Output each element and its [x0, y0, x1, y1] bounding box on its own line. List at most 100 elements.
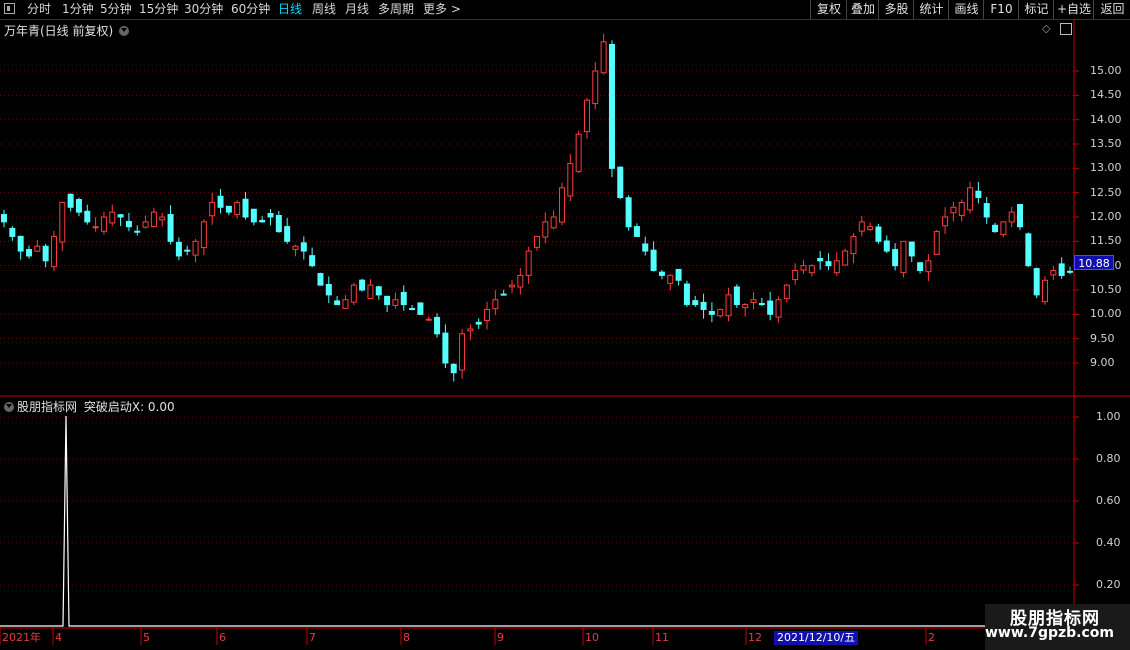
x-axis-label: 11: [655, 631, 669, 644]
candle-body: [900, 240, 907, 274]
candle-body: [9, 227, 16, 237]
candle-body: [284, 226, 291, 242]
indicator-dropdown-icon[interactable]: [4, 402, 14, 412]
price-tick-label: 9.00: [1090, 356, 1115, 369]
candle-body: [875, 226, 882, 242]
kline-chart[interactable]: [0, 0, 1130, 650]
candle-body: [658, 271, 665, 276]
x-axis-label: 5: [143, 631, 150, 644]
price-grid: [0, 70, 1074, 586]
candle-body: [217, 195, 224, 208]
indicator-value-label: 突破启动X: 0.00: [83, 400, 175, 414]
candle-body: [392, 299, 399, 306]
candle-body: [317, 273, 324, 286]
candle-body: [159, 216, 166, 221]
indicator-tick-label: 0.80: [1096, 452, 1121, 465]
candle-body: [367, 284, 374, 300]
candle-body: [200, 221, 207, 249]
candle-body: [242, 198, 249, 218]
candle-body: [575, 133, 582, 172]
cursor-date-badge: 2021/12/10/五: [774, 631, 859, 645]
candle-body: [1, 214, 7, 223]
candle-body: [842, 250, 849, 266]
candle-body: [692, 300, 699, 306]
candle-body: [1050, 270, 1057, 276]
x-axis-label: 10: [585, 631, 599, 644]
indicator-series: [0, 415, 1074, 627]
candle-body: [250, 208, 257, 223]
price-tick-label: 13.50: [1090, 137, 1122, 150]
candle-body: [534, 235, 540, 248]
x-axis-label: 12: [748, 631, 762, 644]
candle-body: [442, 332, 449, 364]
candle-body: [608, 43, 615, 169]
candle-body: [350, 284, 357, 303]
candle-body: [758, 303, 765, 306]
indicator-tick-label: 0.60: [1096, 494, 1121, 507]
candle-body: [717, 308, 724, 317]
stock-title: 万年青(日线 前复权): [4, 22, 132, 39]
x-axis-label: 7: [309, 631, 316, 644]
candle-body: [825, 261, 832, 267]
candle-body: [375, 286, 382, 296]
candle-body: [225, 205, 232, 213]
candlestick-series: [1, 33, 1073, 382]
candle-body: [917, 262, 924, 272]
candle-body: [192, 240, 199, 256]
candle-body: [583, 99, 590, 133]
candle-body: [409, 308, 416, 311]
candle-body: [542, 221, 549, 238]
candle-body: [125, 220, 132, 228]
candle-body: [1042, 279, 1049, 303]
candle-body: [467, 328, 474, 332]
candle-body: [1017, 204, 1024, 228]
candle-body: [509, 284, 516, 288]
candle-body: [134, 230, 141, 233]
candle-body: [275, 215, 282, 233]
diamond-icon[interactable]: ◇: [1042, 22, 1050, 35]
x-axis-label: 2: [928, 631, 935, 644]
price-tick-label: 14.00: [1090, 112, 1122, 126]
x-axis-label: 9: [497, 631, 504, 644]
candle-body: [500, 293, 507, 296]
candle-body: [1025, 233, 1032, 267]
candle-body: [867, 226, 874, 230]
candle-body: [958, 201, 965, 216]
indicator-tick-label: 1.00: [1096, 410, 1121, 423]
panel-layout-icon[interactable]: [1060, 23, 1072, 35]
candle-body: [342, 299, 349, 309]
candle-body: [142, 221, 149, 228]
candle-body: [633, 226, 640, 237]
candle-body: [925, 260, 932, 273]
candle-body: [1033, 268, 1040, 296]
candle-body: [592, 70, 599, 105]
x-axis-label: 6: [219, 631, 226, 644]
candle-body: [600, 41, 607, 74]
candle-body: [67, 193, 74, 208]
candle-body: [25, 249, 32, 257]
candle-body: [475, 321, 482, 325]
candle-body: [642, 243, 649, 252]
candle-body: [883, 240, 890, 252]
indicator-tick-label: 0.20: [1096, 578, 1121, 591]
candle-body: [733, 286, 740, 306]
price-tick-label: 10.00: [1090, 307, 1122, 321]
dropdown-icon[interactable]: [119, 26, 130, 36]
chart-frame: [0, 20, 1130, 645]
candle-body: [167, 213, 174, 242]
indicator-tick-label: 0.40: [1096, 536, 1121, 549]
candle-body: [1008, 211, 1015, 223]
price-tick-label: 14.50: [1090, 88, 1122, 102]
x-axis-label: 8: [403, 631, 410, 644]
candle-body: [234, 201, 241, 216]
candle-body: [1000, 221, 1007, 236]
candle-body: [175, 241, 182, 257]
candle-body: [259, 219, 266, 223]
candle-body: [833, 260, 840, 274]
candle-body: [750, 299, 757, 304]
candle-body: [359, 279, 366, 291]
candle-body: [34, 245, 41, 252]
price-tick-label: 13.00: [1090, 161, 1122, 175]
candle-body: [517, 274, 524, 288]
candle-body: [667, 274, 674, 284]
